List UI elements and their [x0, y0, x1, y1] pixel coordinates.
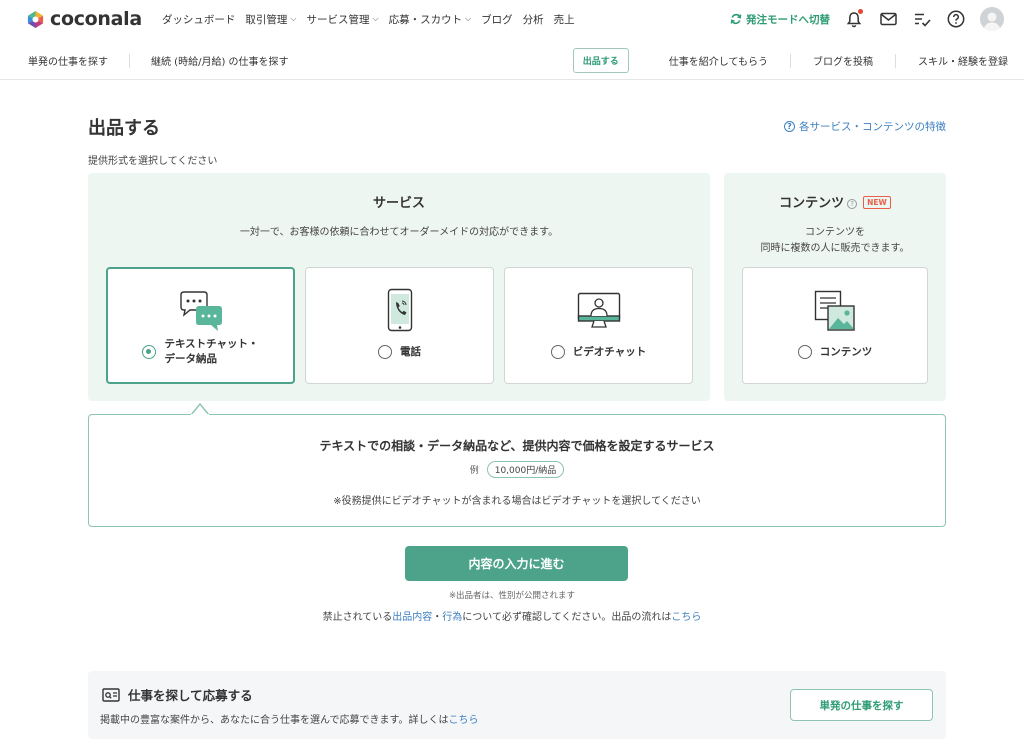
details-link[interactable]: こちら	[449, 715, 479, 726]
service-title: サービス	[372, 196, 425, 211]
sub-nav-left: 単発の仕事を探す 継続 (時給/月給) の仕事を探す	[28, 53, 289, 68]
bell-icon[interactable]	[844, 9, 864, 29]
help-icon[interactable]	[946, 9, 966, 29]
phone-icon	[387, 288, 413, 335]
job-referral-link[interactable]: 仕事を紹介してもらう	[669, 53, 768, 68]
switch-mode-button[interactable]: 発注モードへ切替	[730, 12, 830, 27]
nav-blog[interactable]: ブログ	[481, 12, 513, 27]
rules-notice: 禁止されている出品内容・行為について必ず確認してください。出品の流れはこちら	[322, 612, 702, 623]
price-pill: 10,000円/納品	[486, 461, 565, 478]
example-label: 例	[469, 466, 479, 476]
mail-icon[interactable]	[878, 9, 898, 29]
user-silhouette-icon	[983, 12, 1001, 31]
sub-header: 単発の仕事を探す 継続 (時給/月給) の仕事を探す 出品する 仕事を紹介しても…	[0, 42, 1024, 80]
chat-bubbles-icon	[178, 291, 224, 336]
chevron-down-icon: ⌵	[290, 14, 297, 23]
option-text-chat[interactable]: テキストチャット・ データ納品	[106, 267, 295, 384]
option-text-chat-label: テキストチャット・ データ納品	[108, 337, 293, 367]
video-monitor-icon	[577, 292, 621, 333]
find-single-jobs-link[interactable]: 単発の仕事を探す	[28, 53, 108, 68]
radio-unselected[interactable]	[797, 344, 812, 359]
option-contents[interactable]: コンテンツ	[742, 267, 928, 384]
question-circle-icon[interactable]: ?	[847, 199, 858, 209]
option-phone-label: 電話	[306, 344, 493, 359]
features-help-link[interactable]: ? 各サービス・コンテンツの特徴	[784, 119, 946, 134]
refresh-icon	[730, 13, 742, 25]
detail-note: ※役務提供にビデオチャットが含まれる場合はビデオチャットを選択してください	[333, 496, 701, 507]
service-panel: サービス 一対一で、お客様の依頼に合わせてオーダーメイドの対応ができます。 テキ…	[88, 173, 710, 401]
radio-unselected[interactable]	[550, 344, 565, 359]
content-title: コンテンツ	[779, 196, 845, 211]
nav-service-management[interactable]: サービス管理 ⌵	[307, 12, 379, 27]
avatar[interactable]	[980, 7, 1004, 31]
top-header: coconala ダッシュボード 取引管理 ⌵ サービス管理 ⌵ 応募・スカウト ⌵ …	[0, 0, 1024, 38]
listing-button[interactable]: 出品する	[572, 48, 629, 73]
checklist-icon[interactable]	[912, 9, 932, 29]
selected-option-detail: テキストでの相談・データ納品など、提供内容で価格を設定するサービス 例 10,0…	[88, 414, 946, 527]
prohibited-actions-link[interactable]: 行為	[442, 612, 462, 623]
find-jobs-panel: 仕事を探して応募する 掲載中の豊富な案件から、あなたに合う仕事を選んで応募できま…	[88, 671, 946, 739]
coconala-logo-icon	[27, 10, 44, 28]
nav-applications-scout[interactable]: 応募・スカウト ⌵	[389, 12, 472, 27]
chevron-down-icon: ⌵	[372, 14, 379, 23]
pointer-caret	[191, 403, 209, 415]
nav-transactions[interactable]: 取引管理 ⌵	[245, 12, 296, 27]
logo[interactable]: coconala	[26, 8, 142, 30]
gender-public-note: ※出品者は、性別が公開されます	[448, 591, 576, 601]
new-badge: NEW	[863, 196, 891, 209]
post-blog-link[interactable]: ブログを投稿	[813, 53, 873, 68]
divider	[790, 53, 791, 68]
price-example: 例 10,000円/納品	[89, 461, 945, 478]
find-jobs-title: 仕事を探して応募する	[102, 685, 253, 704]
option-contents-label: コンテンツ	[743, 344, 927, 359]
page-title: 出品する	[88, 118, 160, 139]
divider	[129, 53, 130, 68]
content-title-row: コンテンツ? NEW	[724, 192, 946, 211]
chevron-down-icon: ⌵	[465, 14, 472, 23]
option-phone[interactable]: 電話	[305, 267, 494, 384]
header-actions: 発注モードへ切替	[730, 7, 1004, 31]
prohibited-content-link[interactable]: 出品内容	[392, 612, 432, 623]
option-video-chat[interactable]: ビデオチャット	[504, 267, 693, 384]
notification-dot	[858, 9, 863, 14]
option-video-chat-label: ビデオチャット	[505, 344, 692, 359]
radio-selected[interactable]	[142, 345, 157, 359]
detail-title: テキストでの相談・データ納品など、提供内容で価格を設定するサービス	[319, 439, 715, 453]
radio-unselected[interactable]	[378, 344, 392, 359]
divider	[895, 53, 896, 68]
find-single-jobs-button[interactable]: 単発の仕事を探す	[790, 689, 933, 721]
service-description: 一対一で、お客様の依頼に合わせてオーダーメイドの対応ができます。	[239, 227, 559, 238]
top-nav: ダッシュボード 取引管理 ⌵ サービス管理 ⌵ 応募・スカウト ⌵ ブログ 分析 売上	[162, 12, 575, 27]
find-continuous-jobs-link[interactable]: 継続 (時給/月給) の仕事を探す	[151, 53, 289, 68]
question-circle-icon: ?	[784, 121, 795, 132]
content-description: コンテンツを 同時に複数の人に販売できます。	[760, 227, 910, 254]
nav-analytics[interactable]: 分析	[523, 12, 544, 27]
nav-sales[interactable]: 売上	[554, 12, 575, 27]
proceed-button[interactable]: 内容の入力に進む	[405, 546, 628, 581]
register-skills-link[interactable]: スキル・経験を登録	[918, 53, 1008, 68]
listing-flow-link[interactable]: こちら	[671, 612, 701, 623]
sub-nav-right: 出品する 仕事を紹介してもらう ブログを投稿 スキル・経験を登録	[572, 48, 1008, 73]
id-card-search-icon	[102, 687, 120, 702]
find-jobs-description: 掲載中の豊富な案件から、あなたに合う仕事を選んで応募できます。詳しくはこちら	[100, 715, 479, 726]
select-format-hint: 提供形式を選択してください	[88, 156, 218, 167]
content-panel: コンテンツ? NEW コンテンツを 同時に複数の人に販売できます。 コンテンツ	[724, 173, 946, 401]
nav-dashboard[interactable]: ダッシュボード	[162, 12, 236, 27]
logo-text: coconala	[50, 8, 142, 30]
document-image-icon	[814, 290, 856, 335]
